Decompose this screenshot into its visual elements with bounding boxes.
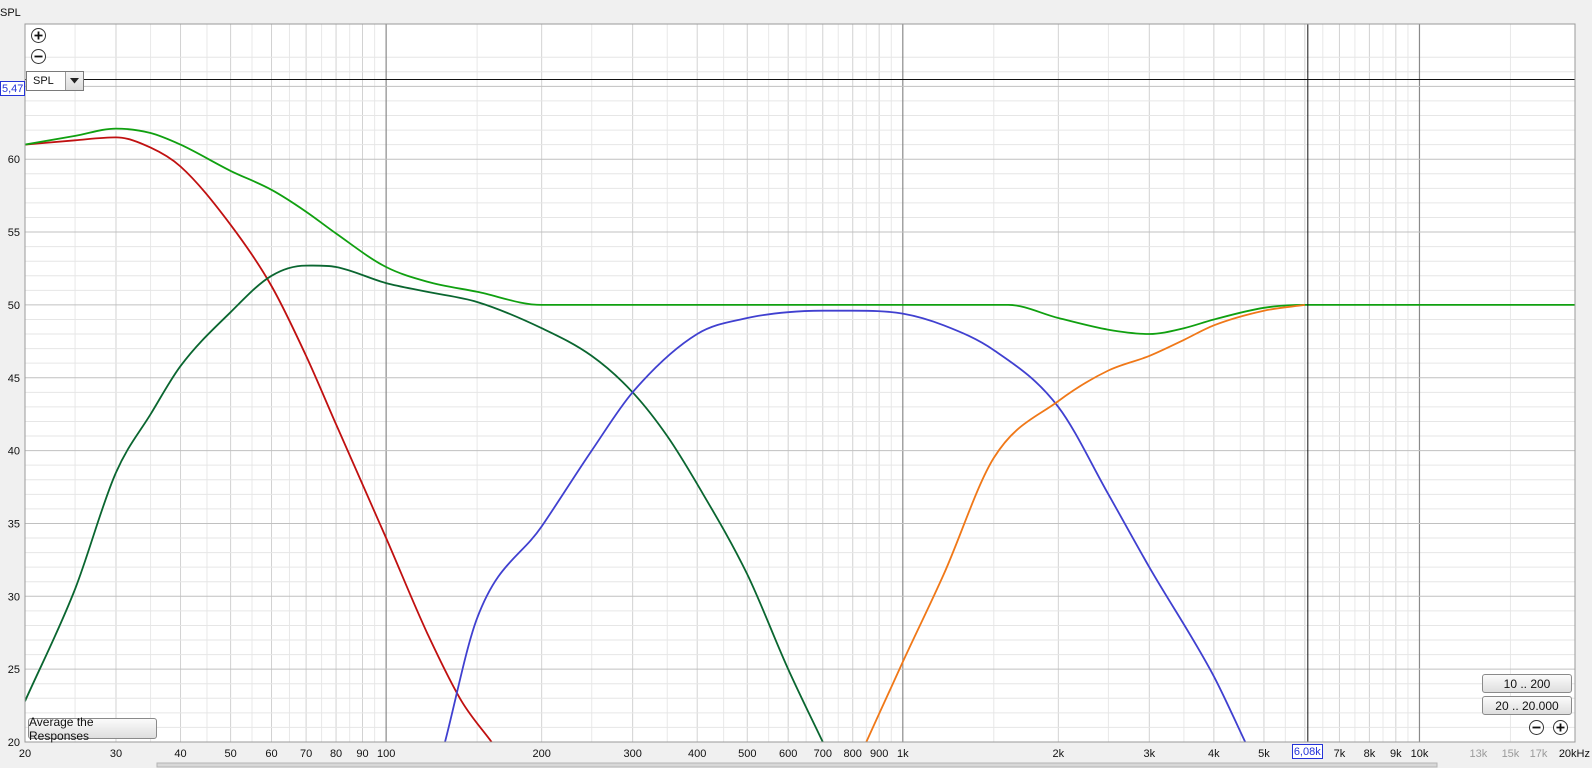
x-axis-unit-label: 20kHz [1559, 748, 1590, 760]
x-tick-label: 9k [1390, 748, 1402, 760]
y-tick-labels: 20253035404550556065 [8, 81, 20, 749]
cursor-x-readout: 6,08k [1291, 744, 1323, 759]
spl-select[interactable]: SPL [26, 71, 84, 91]
x-tick-label: 60 [265, 748, 277, 760]
x-tick-label: 800 [844, 748, 862, 760]
y-axis-label: SPL [0, 7, 21, 19]
zoom-out-y-button[interactable] [31, 49, 46, 64]
range-20-20000-button[interactable]: 20 .. 20.000 [1482, 696, 1572, 715]
y-tick-label: 55 [8, 227, 20, 239]
zoom-out-icon [34, 55, 43, 58]
cursor-y-readout: 5,47 [0, 81, 26, 96]
x-tick-label: 20 [19, 748, 31, 760]
x-tick-label: 5k [1258, 748, 1270, 760]
x-tick-label: 90 [356, 748, 368, 760]
x-tick-label: 1k [897, 748, 909, 760]
x-tick-label: 80 [330, 748, 342, 760]
x-tick-label: 30 [110, 748, 122, 760]
average-responses-button[interactable]: Average the Responses [28, 715, 157, 743]
x-tick-label: 900 [870, 748, 888, 760]
x-tick-label: 600 [779, 748, 797, 760]
x-tick-label: 700 [814, 748, 832, 760]
x-tick-label: 15k [1502, 748, 1520, 760]
x-tick-label: 17k [1530, 748, 1548, 760]
x-tick-label: 3k [1144, 748, 1156, 760]
horizontal-scrollbar[interactable] [156, 762, 1438, 768]
zoom-in-icon [34, 31, 43, 40]
x-tick-label: 4k [1208, 748, 1220, 760]
zoom-out-icon [1532, 726, 1541, 729]
y-tick-label: 40 [8, 446, 20, 458]
x-tick-label: 2k [1053, 748, 1065, 760]
zoom-in-x-button[interactable] [1553, 720, 1568, 735]
plot-area[interactable] [25, 24, 1575, 742]
y-tick-label: 45 [8, 373, 20, 385]
chevron-down-icon [65, 72, 83, 90]
zoom-in-y-button[interactable] [31, 28, 46, 43]
y-tick-label: 35 [8, 518, 20, 530]
x-tick-label: 100 [377, 748, 395, 760]
x-tick-label: 7k [1334, 748, 1346, 760]
y-tick-label: 60 [8, 154, 20, 166]
x-tick-label: 70 [300, 748, 312, 760]
x-tick-label: 200 [532, 748, 550, 760]
zoom-in-icon [1556, 723, 1565, 732]
x-tick-label: 500 [738, 748, 756, 760]
zoom-out-x-button[interactable] [1529, 720, 1544, 735]
x-tick-label: 50 [224, 748, 236, 760]
spl-select-value: SPL [33, 75, 54, 87]
y-tick-label: 50 [8, 300, 20, 312]
x-tick-label: 40 [174, 748, 186, 760]
spl-chart[interactable]: 20253035404550556065 2030405060708090100… [0, 0, 1592, 768]
x-tick-label: 10k [1411, 748, 1429, 760]
y-tick-label: 25 [8, 664, 20, 676]
range-10-200-button[interactable]: 10 .. 200 [1482, 674, 1572, 693]
x-tick-label: 400 [688, 748, 706, 760]
x-tick-label: 13k [1469, 748, 1487, 760]
x-tick-label: 8k [1364, 748, 1376, 760]
x-tick-label: 300 [623, 748, 641, 760]
y-tick-label: 30 [8, 591, 20, 603]
